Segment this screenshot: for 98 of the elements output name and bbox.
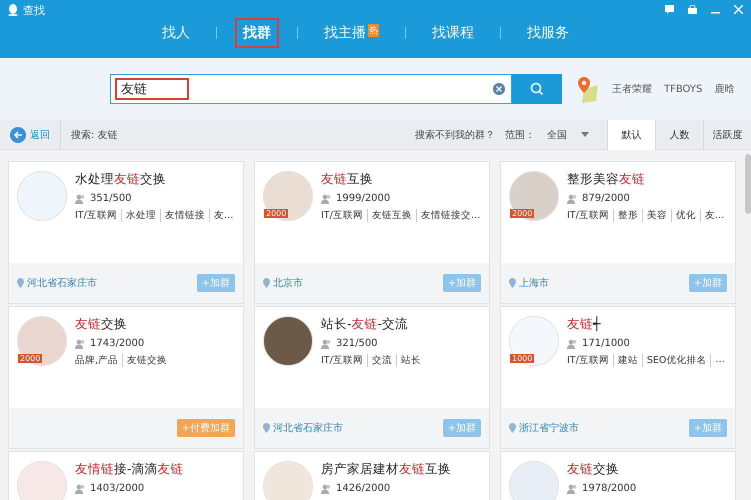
members-icon xyxy=(321,338,332,348)
map-pin-icon[interactable] xyxy=(576,75,600,103)
member-count: 879/2000 xyxy=(582,193,630,204)
group-name[interactable]: 友链互换 xyxy=(321,171,481,188)
member-count: 1743/2000 xyxy=(90,338,144,349)
group-tag: 交流 xyxy=(366,354,396,367)
group-tag: IT/互联网 xyxy=(321,209,367,222)
group-tag: IT/互联网 xyxy=(321,354,367,367)
size-badge: 1000 xyxy=(510,354,534,363)
size-badge: 2000 xyxy=(264,209,288,218)
feedback-icon[interactable] xyxy=(665,5,674,14)
group-tag: … xyxy=(710,354,729,367)
group-name[interactable]: 友链┽ xyxy=(567,316,727,333)
group-name[interactable]: 水处理友链交换 xyxy=(75,171,235,188)
location-text: 北京市 xyxy=(263,276,303,290)
members-icon xyxy=(321,484,332,494)
group-tag: 友链交换 xyxy=(122,354,172,367)
search-icon xyxy=(530,82,544,96)
location-text: 浙江省宁波市 xyxy=(509,421,579,435)
group-card[interactable]: 友情链接-滴滴友链 1403/2000 xyxy=(8,451,244,500)
group-name[interactable]: 房产家居建材友链互换 xyxy=(321,461,451,478)
sort-tab[interactable]: 默认 xyxy=(607,120,655,150)
group-avatar xyxy=(509,461,559,500)
sort-tab[interactable]: 活跃度 xyxy=(703,120,751,150)
group-tag: IT/互联网 xyxy=(75,209,121,222)
member-count: 1403/2000 xyxy=(90,483,144,494)
members-icon xyxy=(75,338,86,348)
group-name[interactable]: 站长-友链-交流 xyxy=(321,316,425,333)
range-label: 范围： xyxy=(505,128,535,142)
hot-search-link[interactable]: TFBOYS xyxy=(664,84,702,94)
group-avatar xyxy=(17,461,67,500)
search-button[interactable] xyxy=(512,74,562,104)
lock-icon[interactable] xyxy=(688,5,697,14)
group-name[interactable]: 友链交换 xyxy=(75,316,172,333)
members-icon xyxy=(567,194,578,204)
hot-badge: 热 xyxy=(368,24,379,37)
size-badge: 2000 xyxy=(18,354,42,363)
group-tag: 品牌,产品 xyxy=(75,354,122,367)
close-icon[interactable] xyxy=(734,5,743,14)
group-tag: 优化 xyxy=(670,209,700,222)
group-card[interactable]: 房产家居建材友链互换 1426/2000 xyxy=(254,451,490,500)
members-icon xyxy=(321,194,332,204)
search-field[interactable]: 友链 xyxy=(110,74,512,104)
member-count: 171/1000 xyxy=(582,338,630,349)
location-pin-icon xyxy=(263,423,270,433)
group-avatar xyxy=(263,461,313,500)
group-tag: 友情链接交… xyxy=(416,209,484,222)
location-pin-icon xyxy=(17,278,24,288)
group-tag: SEO优化排名 xyxy=(642,354,710,367)
member-count: 1978/2000 xyxy=(582,483,636,494)
range-dropdown[interactable]: 全国 xyxy=(547,128,567,142)
help-link[interactable]: 搜索不到我的群？ xyxy=(415,128,495,142)
group-tag: 友情链接 xyxy=(160,209,209,222)
members-icon xyxy=(567,484,578,494)
group-tag: 友链互换 xyxy=(366,209,416,222)
location-pin-icon xyxy=(509,278,516,288)
group-tag: 友… xyxy=(208,209,238,222)
member-count: 321/500 xyxy=(336,338,378,349)
location-pin-icon xyxy=(263,278,270,288)
group-card[interactable]: 2000 友链交换 1743/2000 品牌,产品 友链交换 +付费加群 xyxy=(8,306,244,449)
group-tag: 整形 xyxy=(612,209,642,222)
location-text: 河北省石家庄市 xyxy=(263,421,343,435)
group-name[interactable]: 整形美容友链 xyxy=(567,171,727,188)
group-tag: 美容 xyxy=(642,209,671,222)
clear-icon[interactable] xyxy=(493,83,505,95)
group-card[interactable]: 2000 整形美容友链 879/2000 IT/互联网 整形 美容 优化 友… 上海市 +加群 xyxy=(500,161,736,304)
group-card[interactable]: 1000 友链┽ 171/1000 IT/互联网 建站 SEO优化排名 … 浙江省宁波市 +加群 xyxy=(500,306,736,449)
members-icon xyxy=(75,484,86,494)
location-text: 上海市 xyxy=(509,276,549,290)
window-title: 查找 xyxy=(23,2,45,18)
group-avatar xyxy=(263,316,313,366)
member-count: 1999/2000 xyxy=(336,193,390,204)
group-tag: IT/互联网 xyxy=(567,209,613,222)
location-pin-icon xyxy=(509,423,516,433)
caret-icon[interactable] xyxy=(581,132,589,137)
group-tag: 站长 xyxy=(396,354,425,367)
members-icon xyxy=(75,194,86,204)
group-name[interactable]: 友情链接-滴滴友链 xyxy=(75,461,184,478)
group-card[interactable]: 站长-友链-交流 321/500 IT/互联网 交流 站长 河北省石家庄市 +加群 xyxy=(254,306,490,449)
group-card[interactable]: 水处理友链交换 351/500 IT/互联网 水处理 友情链接 友… 河北省石家庄市 +加群 xyxy=(8,161,244,304)
location-text: 河北省石家庄市 xyxy=(17,276,97,290)
member-count: 1426/2000 xyxy=(336,483,390,494)
group-card[interactable]: 2000 友链互换 1999/2000 IT/互联网 友链互换 友情链接交… 北京市 +加群 xyxy=(254,161,490,304)
size-badge: 2000 xyxy=(510,209,534,218)
group-tag: IT/互联网 xyxy=(567,354,613,367)
search-query-text: 搜索: 友链 xyxy=(71,128,118,142)
group-tag: 水处理 xyxy=(120,209,160,222)
group-tag: 友… xyxy=(700,209,728,222)
hot-search-link[interactable]: 王者荣耀 xyxy=(612,82,652,96)
group-avatar xyxy=(17,171,67,221)
hot-search-link[interactable]: 鹿晗 xyxy=(714,82,734,96)
group-tag: 建站 xyxy=(612,354,642,367)
member-count: 351/500 xyxy=(90,193,132,204)
members-icon xyxy=(567,338,578,348)
group-card[interactable]: 友链交换 1978/2000 xyxy=(500,451,736,500)
penguin-icon xyxy=(8,4,18,16)
group-name[interactable]: 友链交换 xyxy=(567,461,636,478)
sort-tab[interactable]: 人数 xyxy=(655,120,703,150)
